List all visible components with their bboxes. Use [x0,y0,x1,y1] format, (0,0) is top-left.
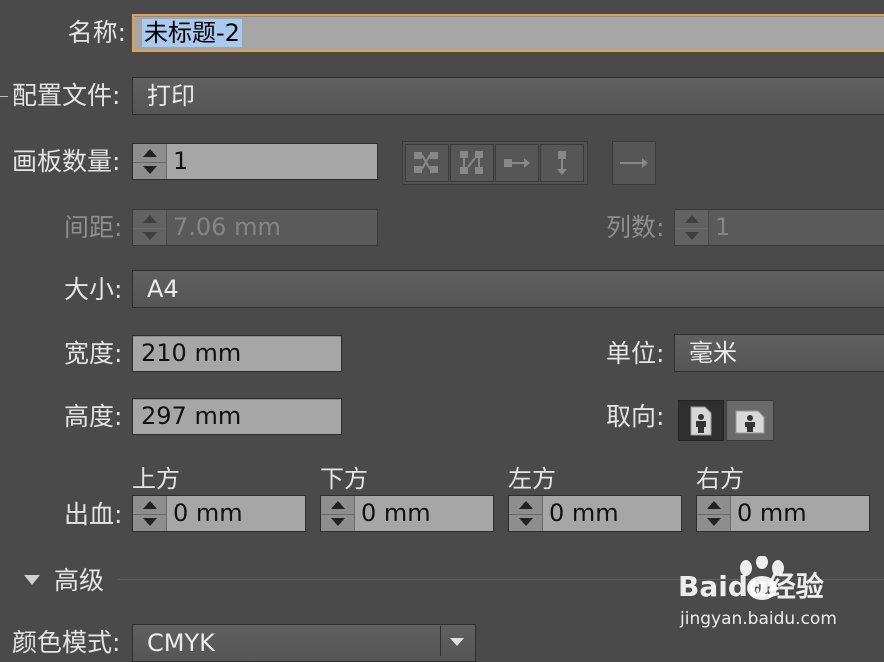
spacing-stepper[interactable]: 7.06 mm [132,209,378,246]
spin-up-icon[interactable] [697,496,730,515]
dropdown-separator [440,626,441,656]
columns-value: 1 [715,213,731,241]
chevron-down-icon[interactable] [450,638,464,646]
spin-up-icon[interactable] [133,496,166,515]
bleed-right-value: 0 mm [737,499,807,527]
spin-down-icon [133,228,166,246]
color-mode-value: CMYK [147,629,215,657]
profile-dropdown[interactable]: 打印 [132,77,884,115]
bleed-top-label: 上方 [132,465,180,493]
baidu-jingyan-watermark: du Baidu经验 jingyan.baidu.com [678,556,884,636]
spin-up-icon[interactable] [509,496,542,515]
spin-up-icon [675,210,708,229]
artboards-label: 画板数量: [12,147,121,176]
size-dropdown[interactable]: A4 [132,270,884,308]
spacing-spinner [133,210,167,245]
landscape-orientation-icon[interactable] [726,400,774,441]
spin-down-icon[interactable] [321,514,354,532]
grid-by-row-icon[interactable] [405,144,449,182]
artboards-stepper[interactable]: 1 [132,143,378,180]
spin-up-icon[interactable] [133,144,166,163]
spin-down-icon [675,228,708,246]
grid-by-column-icon[interactable] [450,144,494,182]
bleed-left-spinner[interactable] [509,496,543,531]
width-input[interactable]: 210 mm [132,335,342,372]
height-label: 高度: [64,402,123,431]
artboards-spinner[interactable] [133,144,167,179]
arrange-by-column-icon[interactable] [540,144,584,182]
bleed-label: 出血: [64,500,123,529]
advanced-toggle[interactable]: 高级 [54,564,104,598]
bleed-right-spinner[interactable] [697,496,731,531]
bleed-top-value: 0 mm [173,499,243,527]
watermark-brand: Baidu经验 [678,570,824,603]
arrange-by-row-icon[interactable] [495,144,539,182]
artboards-value: 1 [173,147,189,175]
name-value: 未标题-2 [142,19,242,47]
disclosure-triangle-icon[interactable] [24,575,40,585]
bleed-bottom-label: 下方 [320,465,368,493]
profile-tick [0,96,8,97]
width-value: 210 mm [141,339,242,367]
spin-down-icon[interactable] [509,514,542,532]
spin-up-icon[interactable] [321,496,354,515]
profile-value: 打印 [147,82,195,110]
spin-up-icon [133,210,166,229]
height-input[interactable]: 297 mm [132,398,342,435]
spin-down-icon[interactable] [133,514,166,532]
bleed-bottom-spinner[interactable] [321,496,355,531]
name-label: 名称: [67,18,126,47]
bleed-right-label: 右方 [696,465,744,493]
bleed-bottom-stepper[interactable]: 0 mm [320,495,494,532]
portrait-orientation-icon[interactable] [678,400,724,441]
bleed-top-spinner[interactable] [133,496,167,531]
spacing-value: 7.06 mm [173,213,281,241]
units-dropdown[interactable]: 毫米 [674,334,884,372]
color-mode-dropdown[interactable]: CMYK [132,624,476,662]
profile-label: 配置文件: [12,81,121,110]
bleed-right-stepper[interactable]: 0 mm [696,495,870,532]
bleed-left-label: 左方 [508,465,556,493]
width-label: 宽度: [64,339,123,368]
units-value: 毫米 [689,339,737,367]
size-label: 大小: [64,275,123,304]
spacing-label: 间距: [64,213,123,242]
bleed-left-value: 0 mm [549,499,619,527]
color-mode-label: 颜色模式: [12,628,121,657]
size-value: A4 [147,275,179,303]
columns-spinner [675,210,709,245]
watermark-url: jingyan.baidu.com [680,609,837,629]
bleed-left-stepper[interactable]: 0 mm [508,495,682,532]
right-to-left-layout-icon[interactable] [612,141,656,185]
columns-stepper[interactable]: 1 [674,209,884,246]
units-label: 单位: [606,339,665,368]
bleed-top-stepper[interactable]: 0 mm [132,495,306,532]
height-value: 297 mm [141,402,242,430]
spin-down-icon[interactable] [697,514,730,532]
bleed-bottom-value: 0 mm [361,499,431,527]
name-input[interactable]: 未标题-2 [132,14,884,52]
spin-down-icon[interactable] [133,162,166,180]
columns-label: 列数: [606,213,665,242]
orientation-label: 取向: [606,402,665,431]
